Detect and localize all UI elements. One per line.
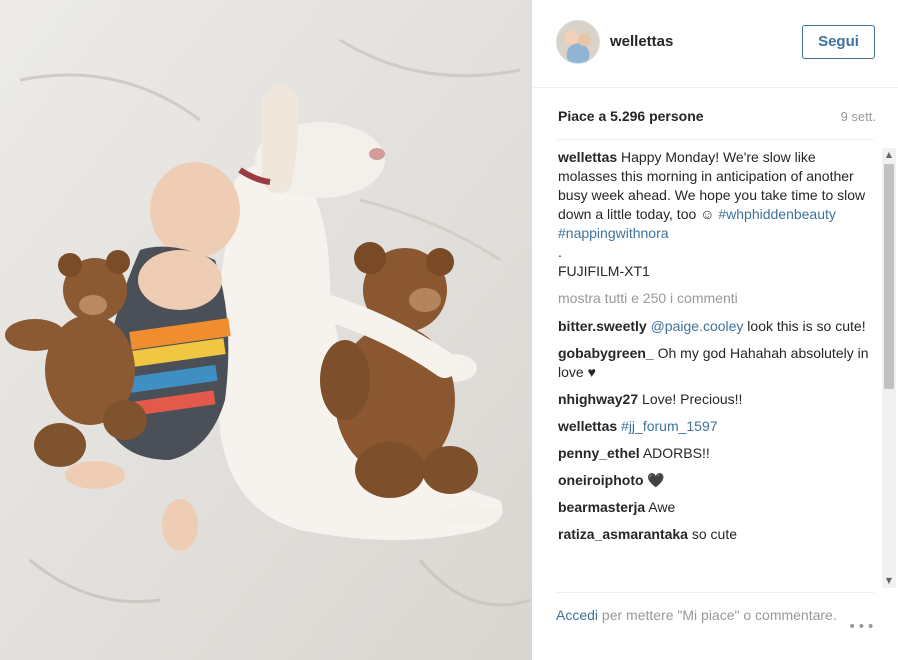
see-all-comments-link[interactable]: mostra tutti e 250 i commenti — [558, 289, 878, 308]
comment-text: 🖤 — [643, 472, 665, 488]
scroll-up-icon[interactable]: ▲ — [882, 148, 896, 162]
comment-text: look this is so cute! — [743, 318, 866, 334]
caption-dot: . — [558, 244, 562, 260]
post-photo[interactable] — [0, 0, 532, 660]
likes-row: Piace a 5.296 persone 9 sett. — [556, 108, 876, 128]
comments-list[interactable]: wellettas Happy Monday! We're slow like … — [556, 148, 878, 588]
post-header: wellettas Segui — [532, 0, 898, 88]
comment-username[interactable]: wellettas — [558, 418, 617, 434]
comment-username[interactable]: bearmasterja — [558, 499, 645, 515]
comment-mention[interactable]: @paige.cooley — [651, 318, 744, 334]
scroll-down-icon[interactable]: ▼ — [882, 574, 896, 588]
login-prompt: Accedi per mettere "Mi piace" o commenta… — [556, 605, 886, 649]
comment-item: penny_ethel ADORBS!! — [558, 444, 878, 463]
comment-item: wellettas #jj_forum_1597 — [558, 417, 878, 436]
more-options-icon[interactable]: ••• — [848, 619, 876, 635]
caption-username[interactable]: wellettas — [558, 149, 617, 165]
divider — [556, 592, 874, 593]
comment-username[interactable]: bitter.sweetly — [558, 318, 647, 334]
comment-username[interactable]: ratiza_asmarantaka — [558, 526, 688, 542]
comment-hashtag[interactable]: #jj_forum_1597 — [621, 418, 718, 434]
comment-text: Awe — [645, 499, 676, 515]
comment-text: ADORBS!! — [639, 445, 710, 461]
comment-text: so cute — [687, 526, 738, 542]
post-date[interactable]: 9 sett. — [841, 109, 876, 124]
comment-item: oneiroiphoto 🖤 — [558, 471, 878, 490]
follow-button[interactable]: Segui — [802, 25, 875, 59]
login-link[interactable]: Accedi — [556, 607, 598, 623]
comment-item: bitter.sweetly @paige.cooley look this i… — [558, 317, 878, 336]
likes-count[interactable]: Piace a 5.296 persone — [558, 108, 704, 124]
avatar[interactable] — [556, 20, 600, 64]
photo-illustration — [0, 0, 532, 660]
comment-item: ratiza_asmarantaka so cute — [558, 525, 878, 544]
comment-text: Love! Precious!! — [638, 391, 743, 407]
scrollbar-thumb[interactable] — [884, 164, 894, 389]
caption: wellettas Happy Monday! We're slow like … — [558, 148, 878, 281]
divider — [556, 139, 874, 140]
post-username[interactable]: wellettas — [610, 33, 673, 50]
post-panel: wellettas Segui Piace a 5.296 persone 9 … — [532, 0, 898, 660]
comments-scrollbar[interactable]: ▲ ▼ — [882, 148, 896, 588]
comment-username[interactable]: oneiroiphoto — [558, 472, 644, 488]
login-prompt-text: per mettere "Mi piace" o commentare. — [598, 607, 837, 623]
caption-camera: FUJIFILM-XT1 — [558, 263, 650, 279]
comment-item: nhighway27 Love! Precious!! — [558, 390, 878, 409]
comment-username[interactable]: gobabygreen_ — [558, 345, 654, 361]
comment-username[interactable]: penny_ethel — [558, 445, 640, 461]
comment-item: gobabygreen_ Oh my god Hahahah absolutel… — [558, 344, 878, 382]
comment-username[interactable]: nhighway27 — [558, 391, 638, 407]
comment-item: bearmasterja Awe — [558, 498, 878, 517]
